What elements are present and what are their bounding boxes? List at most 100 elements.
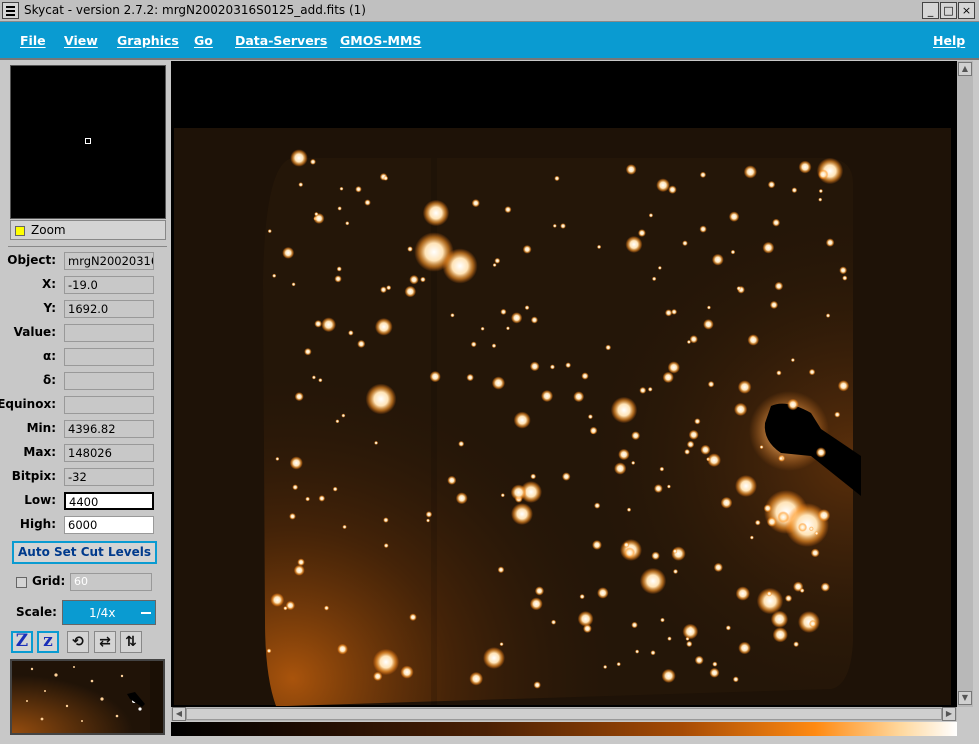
star — [304, 347, 312, 356]
star — [422, 199, 450, 227]
menu-view[interactable]: View — [64, 33, 98, 48]
menu-go[interactable]: Go — [194, 33, 213, 48]
star — [671, 546, 686, 561]
star — [500, 308, 507, 315]
star — [513, 411, 531, 429]
star — [318, 495, 326, 502]
field-low[interactable]: 4400 — [64, 492, 154, 510]
star — [825, 238, 835, 247]
star — [790, 357, 795, 363]
flip-x-button[interactable]: ⇄ — [94, 631, 116, 653]
minimize-button[interactable]: _ — [922, 2, 939, 19]
maximize-button[interactable]: □ — [940, 2, 957, 19]
auto-set-cut-levels-button[interactable]: Auto Set Cut Levels — [12, 541, 157, 564]
star — [551, 619, 557, 625]
star — [825, 313, 831, 318]
star — [603, 664, 608, 670]
menu-help[interactable]: Help — [933, 33, 965, 48]
grid-spacing-input[interactable]: 60 — [70, 573, 152, 591]
pan-window[interactable] — [10, 65, 166, 219]
star — [552, 223, 557, 228]
star — [355, 186, 362, 193]
star — [798, 611, 820, 633]
star — [624, 547, 636, 559]
star — [631, 431, 641, 441]
info-panel: Zoom Object: mrgN20020316 X: -19.0 Y: 1692.0 V… — [0, 61, 169, 744]
flip-y-button[interactable]: ⇅ — [120, 631, 142, 653]
zoom-toggle[interactable]: Zoom — [10, 220, 166, 240]
star — [364, 199, 371, 206]
close-button[interactable]: × — [958, 2, 975, 19]
image-canvas[interactable] — [171, 61, 957, 707]
scale-select[interactable]: 1/4x — [62, 600, 156, 625]
star — [529, 361, 540, 372]
field-x: -19.0 — [64, 276, 154, 294]
star — [345, 221, 350, 226]
scroll-down-button[interactable]: ▼ — [958, 691, 972, 705]
star — [625, 235, 643, 253]
pan-marker[interactable] — [85, 138, 91, 144]
star — [659, 466, 665, 472]
scroll-right-button[interactable]: ▶ — [942, 707, 956, 721]
menu-graphics[interactable]: Graphics — [117, 33, 179, 48]
window-menu-button[interactable] — [2, 2, 19, 19]
star — [770, 610, 789, 628]
star — [631, 460, 636, 465]
star — [818, 188, 823, 194]
star — [579, 593, 585, 600]
menu-file[interactable]: File — [20, 33, 46, 48]
star — [784, 594, 793, 602]
rotate-button[interactable]: ⟲ — [67, 631, 89, 653]
star — [808, 619, 817, 628]
star — [374, 440, 379, 445]
star — [610, 396, 638, 424]
star — [529, 597, 543, 611]
field-value — [64, 324, 154, 342]
star — [778, 455, 784, 461]
field-high[interactable]: 6000 — [64, 516, 154, 534]
star — [707, 453, 721, 467]
star — [671, 308, 678, 315]
star — [562, 472, 571, 481]
star — [817, 509, 831, 522]
menu-data-servers[interactable]: Data-Servers — [235, 33, 327, 48]
star — [499, 642, 504, 647]
star — [797, 522, 808, 532]
field-max: 148026 — [64, 444, 154, 462]
menu-gmos-mms[interactable]: GMOS-MMS — [340, 33, 421, 48]
star — [815, 447, 827, 458]
star — [458, 440, 465, 447]
colorbar[interactable] — [171, 722, 957, 736]
star — [314, 211, 319, 217]
star — [662, 371, 674, 384]
star — [648, 213, 654, 218]
dropdown-icon — [141, 612, 151, 614]
star — [774, 281, 784, 291]
star — [810, 548, 820, 558]
star — [667, 361, 680, 374]
vertical-scrollbar[interactable]: ▲ ▼ — [957, 61, 973, 707]
scroll-up-button[interactable]: ▲ — [958, 62, 972, 76]
image-thumbnail[interactable] — [10, 659, 165, 735]
grid-checkbox[interactable] — [16, 577, 27, 588]
star — [650, 650, 656, 656]
star — [735, 475, 757, 497]
star — [404, 285, 417, 298]
star — [793, 641, 799, 648]
star — [625, 164, 637, 175]
zoom-out-button[interactable]: z — [37, 631, 59, 653]
star — [597, 587, 609, 599]
star — [365, 383, 397, 415]
star — [763, 504, 772, 513]
star — [738, 641, 751, 655]
star — [769, 300, 779, 310]
star — [530, 473, 537, 480]
label-equinox: Equinox: — [0, 397, 56, 411]
star — [289, 512, 296, 520]
star — [707, 380, 715, 388]
star — [336, 266, 342, 272]
zoom-in-button[interactable]: Z — [11, 631, 33, 653]
horizontal-scroll-thumb[interactable] — [186, 708, 942, 720]
scroll-left-button[interactable]: ◀ — [172, 707, 186, 721]
menu-bar: File View Graphics Go Data-Servers GMOS-… — [0, 22, 979, 60]
